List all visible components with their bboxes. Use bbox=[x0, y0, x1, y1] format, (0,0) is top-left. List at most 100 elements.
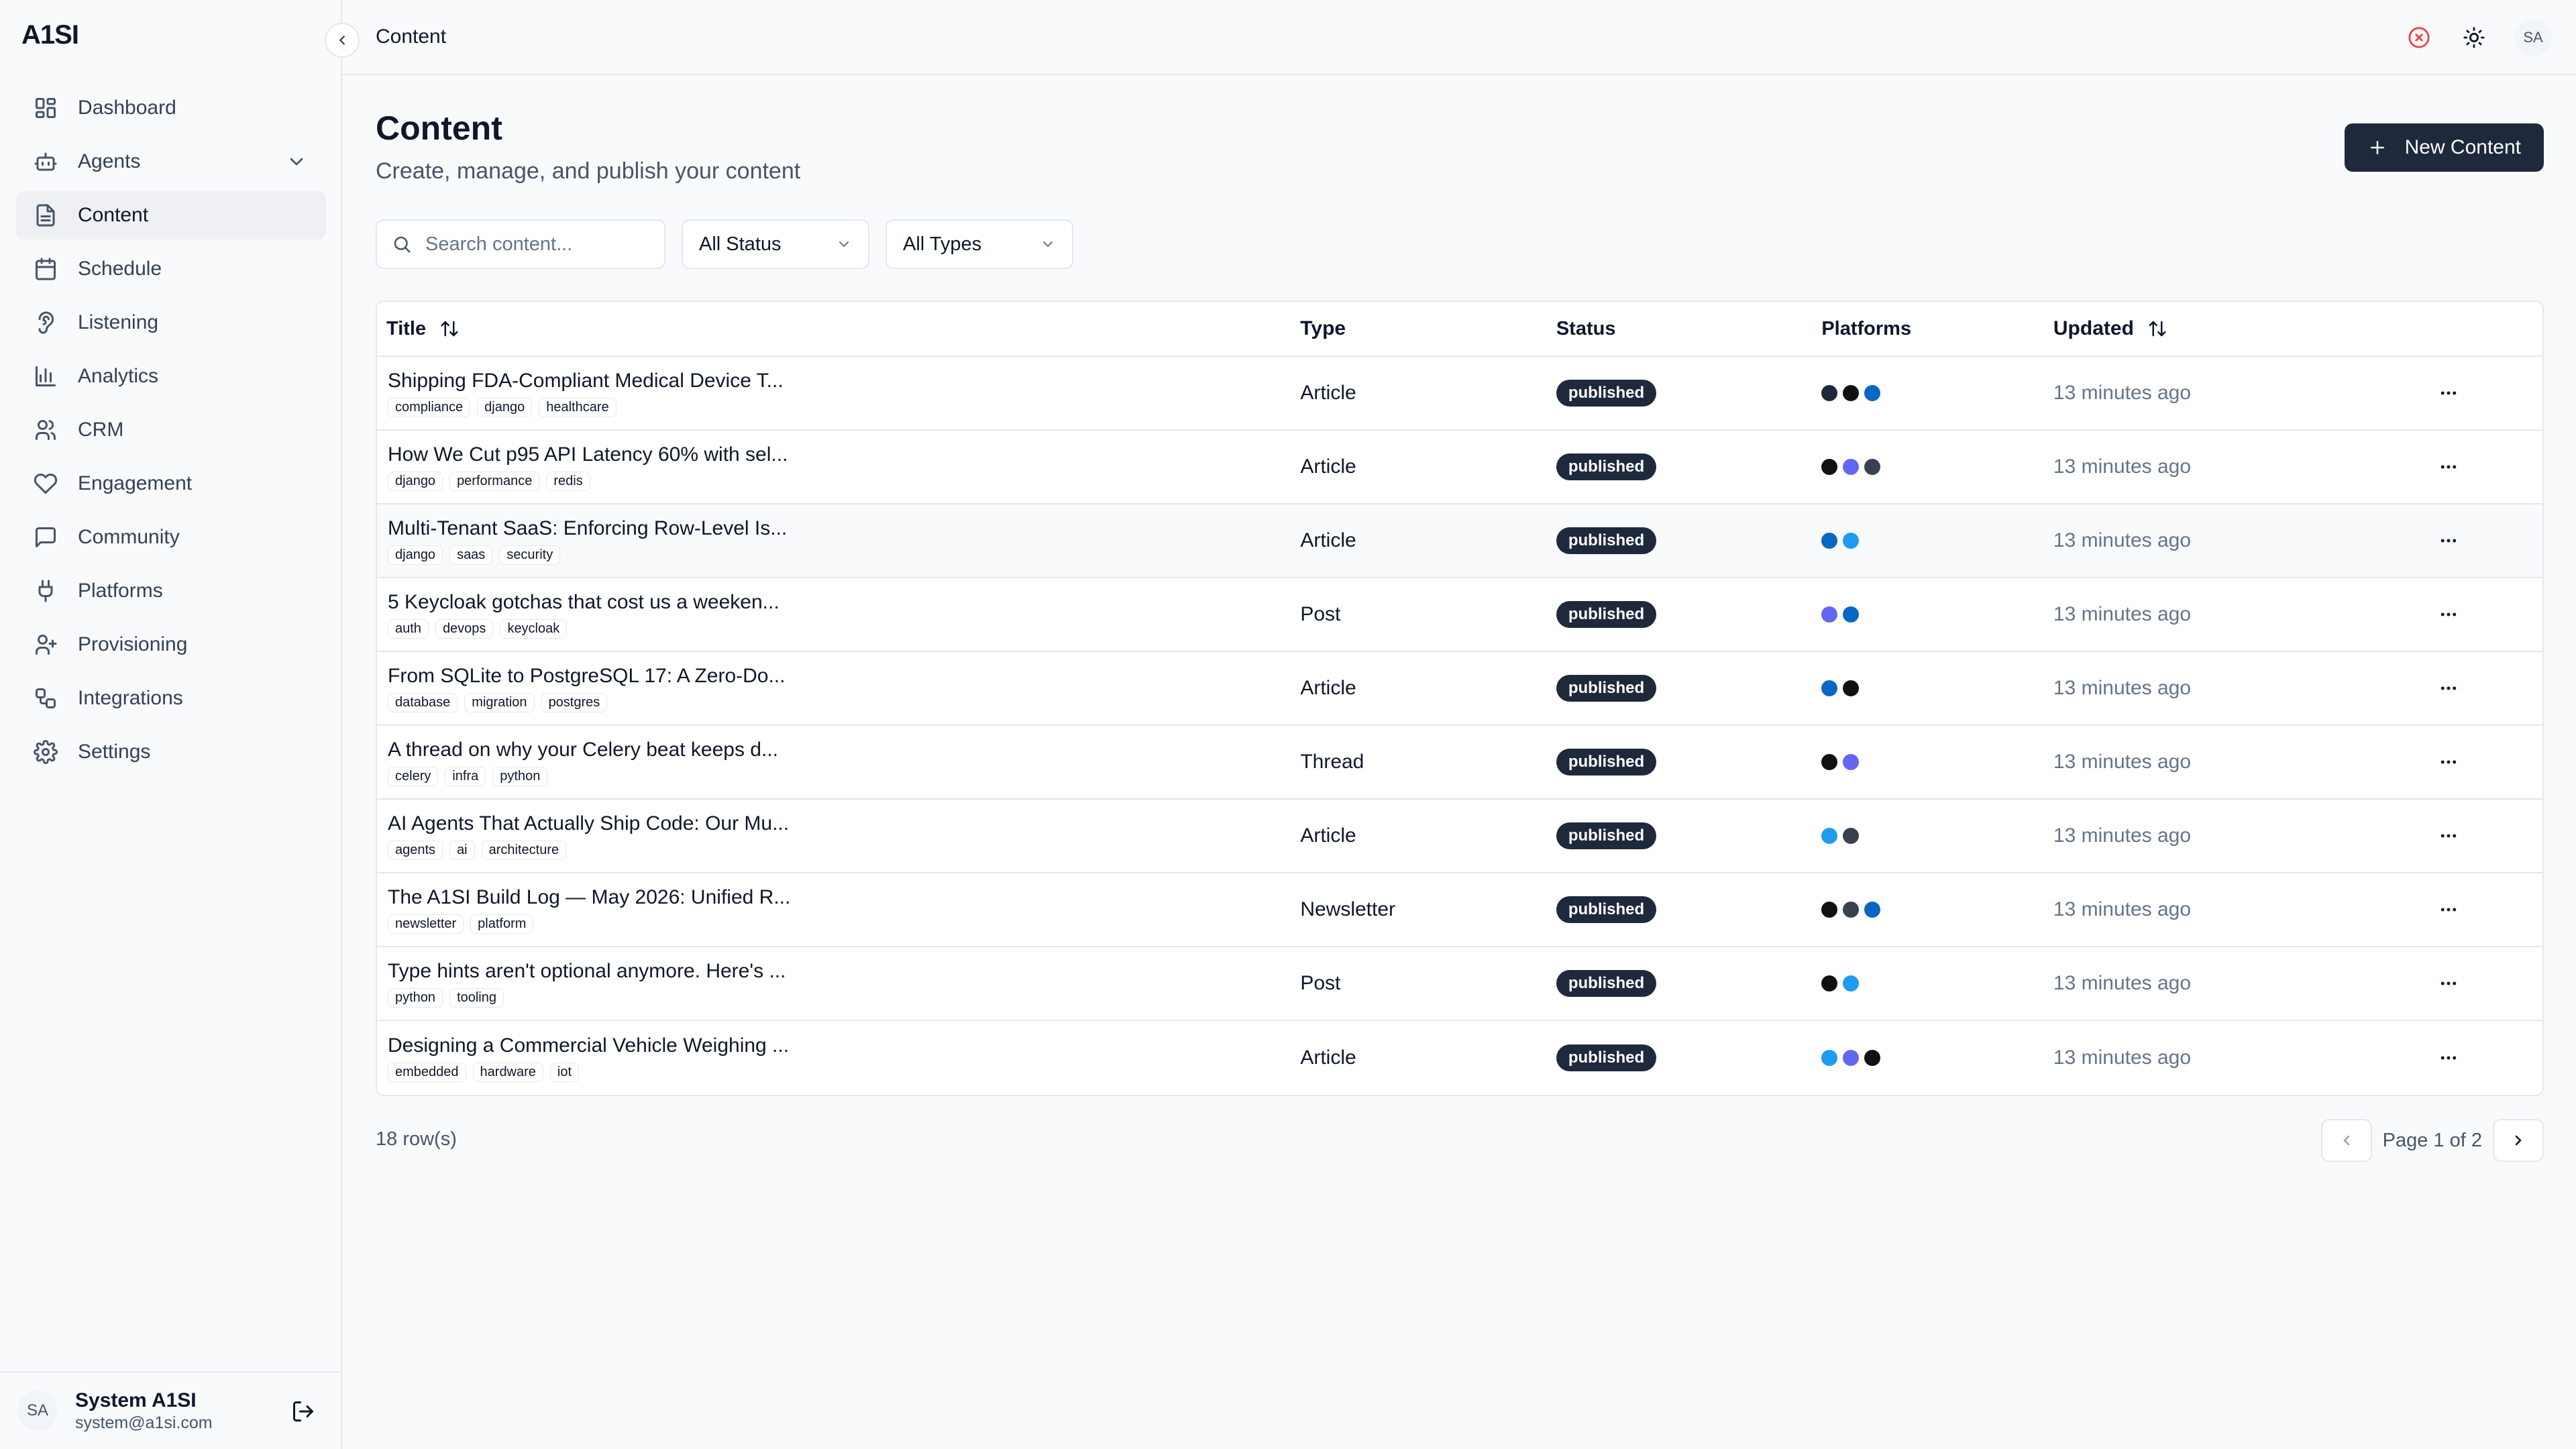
content-title[interactable]: A thread on why your Celery beat keeps d… bbox=[388, 739, 1300, 761]
status-column-header: Status bbox=[1556, 317, 1616, 339]
updated-column-header[interactable]: Updated bbox=[2053, 317, 2402, 340]
status-badge: published bbox=[1556, 896, 1657, 923]
more-actions-icon[interactable] bbox=[2435, 380, 2462, 407]
content-title[interactable]: 5 Keycloak gotchas that cost us a weeken… bbox=[388, 591, 1300, 614]
tag-chip: database bbox=[388, 692, 458, 712]
user-plus-icon bbox=[32, 631, 59, 658]
more-actions-icon[interactable] bbox=[2435, 1044, 2462, 1071]
more-actions-icon[interactable] bbox=[2435, 896, 2462, 923]
error-status-icon[interactable] bbox=[2404, 23, 2434, 52]
table-row[interactable]: How We Cut p95 API Latency 60% with sel.… bbox=[377, 431, 2542, 504]
heart-icon bbox=[32, 470, 59, 497]
prev-page-button[interactable] bbox=[2320, 1119, 2372, 1162]
status-filter-value: All Status bbox=[699, 233, 782, 255]
status-filter-select[interactable]: All Status bbox=[682, 219, 869, 269]
platform-dots bbox=[1821, 459, 2053, 475]
sidebar-item-listening[interactable]: Listening bbox=[16, 299, 326, 347]
platform-dots bbox=[1821, 680, 2053, 696]
content-title[interactable]: How We Cut p95 API Latency 60% with sel.… bbox=[388, 443, 1300, 466]
table-row[interactable]: A thread on why your Celery beat keeps d… bbox=[377, 726, 2542, 800]
table-row[interactable]: 5 Keycloak gotchas that cost us a weeken… bbox=[377, 578, 2542, 652]
user-avatar[interactable]: SA bbox=[17, 1391, 58, 1431]
status-badge: published bbox=[1556, 601, 1657, 628]
table-row[interactable]: Shipping FDA-Compliant Medical Device T.… bbox=[377, 357, 2542, 431]
updated-time: 13 minutes ago bbox=[2053, 382, 2192, 404]
search-input[interactable]: Search content... bbox=[376, 219, 665, 269]
updated-time: 13 minutes ago bbox=[2053, 898, 2192, 920]
more-actions-icon[interactable] bbox=[2435, 749, 2462, 775]
tag-chip: agents bbox=[388, 840, 443, 860]
more-actions-icon[interactable] bbox=[2435, 527, 2462, 554]
table-row[interactable]: From SQLite to PostgreSQL 17: A Zero-Do.… bbox=[377, 652, 2542, 726]
tag-chip: hardware bbox=[472, 1062, 543, 1082]
platform-dots bbox=[1821, 754, 2053, 770]
table-row[interactable]: AI Agents That Actually Ship Code: Our M… bbox=[377, 800, 2542, 873]
platform-dot bbox=[1843, 975, 1860, 991]
table-row[interactable]: Type hints aren't optional anymore. Here… bbox=[377, 947, 2542, 1021]
tag-chip: python bbox=[492, 766, 548, 786]
sidebar-item-label: Settings bbox=[78, 741, 151, 763]
table-row[interactable]: The A1SI Build Log — May 2026: Unified R… bbox=[377, 873, 2542, 947]
platform-dot bbox=[1821, 754, 1838, 770]
sidebar-item-schedule[interactable]: Schedule bbox=[16, 245, 326, 293]
updated-time: 13 minutes ago bbox=[2053, 1046, 2192, 1069]
sidebar-item-integrations[interactable]: Integrations bbox=[16, 674, 326, 722]
more-actions-icon[interactable] bbox=[2435, 970, 2462, 997]
theme-toggle-icon[interactable] bbox=[2459, 23, 2489, 52]
tag-chip: migration bbox=[464, 692, 535, 712]
logout-icon[interactable] bbox=[291, 1399, 315, 1424]
content-title[interactable]: Multi-Tenant SaaS: Enforcing Row-Level I… bbox=[388, 517, 1300, 540]
table-header: Title Type Status Platforms Updated bbox=[377, 302, 2542, 357]
app-logo[interactable]: A1SI bbox=[21, 20, 79, 50]
content-title[interactable]: AI Agents That Actually Ship Code: Our M… bbox=[388, 812, 1300, 835]
gear-icon bbox=[32, 739, 59, 765]
content-title[interactable]: From SQLite to PostgreSQL 17: A Zero-Do.… bbox=[388, 665, 1300, 688]
content-title[interactable]: Designing a Commercial Vehicle Weighing … bbox=[388, 1034, 1300, 1057]
more-actions-icon[interactable] bbox=[2435, 453, 2462, 480]
tag-chip: iot bbox=[549, 1062, 580, 1082]
sidebar-item-label: Integrations bbox=[78, 687, 183, 709]
sidebar-item-provisioning[interactable]: Provisioning bbox=[16, 621, 326, 669]
content-type: Newsletter bbox=[1300, 898, 1396, 920]
type-filter-value: All Types bbox=[903, 233, 982, 255]
new-content-button[interactable]: New Content bbox=[2344, 123, 2544, 172]
topbar-avatar[interactable]: SA bbox=[2514, 19, 2552, 56]
content-title[interactable]: Shipping FDA-Compliant Medical Device T.… bbox=[388, 370, 1300, 392]
sidebar-item-dashboard[interactable]: Dashboard bbox=[16, 84, 326, 132]
type-filter-select[interactable]: All Types bbox=[885, 219, 1073, 269]
updated-time: 13 minutes ago bbox=[2053, 529, 2192, 551]
chevron-down-icon bbox=[1043, 241, 1053, 248]
collapse-sidebar-button[interactable] bbox=[325, 23, 360, 58]
sidebar-item-content[interactable]: Content bbox=[16, 191, 326, 239]
more-actions-icon[interactable] bbox=[2435, 675, 2462, 702]
table-row[interactable]: Multi-Tenant SaaS: Enforcing Row-Level I… bbox=[377, 504, 2542, 578]
sidebar-item-crm[interactable]: CRM bbox=[16, 406, 326, 454]
sidebar-item-analytics[interactable]: Analytics bbox=[16, 352, 326, 400]
search-icon bbox=[394, 236, 411, 253]
content-type: Article bbox=[1300, 382, 1356, 404]
content-title[interactable]: The A1SI Build Log — May 2026: Unified R… bbox=[388, 886, 1300, 909]
platform-dot bbox=[1821, 902, 1838, 918]
sidebar-item-label: Analytics bbox=[78, 365, 159, 387]
sidebar-item-platforms[interactable]: Platforms bbox=[16, 567, 326, 615]
more-actions-icon[interactable] bbox=[2435, 822, 2462, 849]
table-row[interactable]: Designing a Commercial Vehicle Weighing … bbox=[377, 1021, 2542, 1095]
content-title[interactable]: Type hints aren't optional anymore. Here… bbox=[388, 960, 1300, 983]
platform-dot bbox=[1864, 1050, 1881, 1066]
title-column-header[interactable]: Title bbox=[377, 318, 1300, 340]
platform-dot bbox=[1864, 385, 1881, 401]
chevron-down-icon[interactable] bbox=[286, 151, 307, 172]
topbar: Content SA bbox=[342, 0, 2576, 75]
sidebar-item-settings[interactable]: Settings bbox=[16, 728, 326, 776]
tag-chip: python bbox=[388, 987, 443, 1008]
sidebar-item-community[interactable]: Community bbox=[16, 513, 326, 561]
more-actions-icon[interactable] bbox=[2435, 601, 2462, 628]
calendar-icon bbox=[32, 256, 59, 282]
next-page-button[interactable] bbox=[2493, 1119, 2544, 1162]
platform-dot bbox=[1843, 1050, 1860, 1066]
platform-dot bbox=[1821, 1050, 1838, 1066]
tag-chip: saas bbox=[449, 545, 493, 565]
sidebar-item-engagement[interactable]: Engagement bbox=[16, 460, 326, 508]
sidebar-item-agents[interactable]: Agents bbox=[16, 138, 326, 186]
updated-time: 13 minutes ago bbox=[2053, 677, 2192, 699]
